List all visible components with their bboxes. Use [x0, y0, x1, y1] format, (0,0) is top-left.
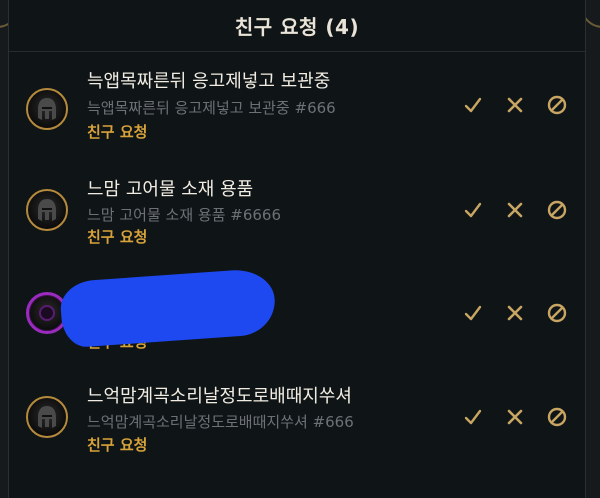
friend-name: 느맘 고어물 소재 용품	[87, 179, 254, 200]
request-actions	[460, 298, 570, 328]
check-icon	[464, 409, 482, 425]
avatar-ring-icon	[39, 305, 55, 321]
request-actions	[460, 195, 570, 225]
block-button[interactable]	[544, 300, 570, 326]
block-icon	[547, 407, 567, 427]
friend-name: 느억맘계곡소리날정도로배때지쑤셔	[87, 386, 352, 407]
block-button[interactable]	[544, 404, 570, 430]
x-icon	[507, 202, 523, 218]
decline-button[interactable]	[502, 197, 528, 223]
accept-button[interactable]	[460, 300, 486, 326]
decline-button[interactable]	[502, 92, 528, 118]
helmet-icon	[38, 98, 56, 120]
check-icon	[464, 97, 482, 113]
friend-tag: 느맘 고어물 소재 용품 #6666	[87, 206, 282, 224]
friend-tag: 늑앱목짜른뒤 응고제넣고 보관중 #666	[87, 99, 336, 117]
avatar	[26, 396, 68, 438]
friend-requests-window: 친구 요청 (4) 늑앱목짜른뒤 응고제넣고 보관중 늑앱목짜른뒤 응고제넣고 …	[0, 0, 600, 498]
avatar	[26, 88, 68, 130]
request-status: 친구 요청	[87, 228, 148, 246]
redaction-scribble	[69, 300, 159, 338]
block-icon	[547, 303, 567, 323]
friend-tag: 느억맘계곡소리날정도로배때지쑤셔 #666	[87, 413, 354, 431]
check-icon	[464, 202, 482, 218]
helmet-icon	[38, 406, 56, 428]
x-icon	[507, 305, 523, 321]
request-actions	[460, 402, 570, 432]
friend-request-row: 늑앱목짜른뒤 응고제넣고 보관중 늑앱목짜른뒤 응고제넣고 보관중 #666 친…	[9, 60, 585, 160]
block-icon	[547, 95, 567, 115]
accept-button[interactable]	[460, 197, 486, 223]
page-title: 친구 요청 (4)	[234, 15, 360, 39]
block-button[interactable]	[544, 197, 570, 223]
decline-button[interactable]	[502, 404, 528, 430]
helmet-icon	[38, 199, 56, 221]
request-actions	[460, 90, 570, 120]
accept-button[interactable]	[460, 404, 486, 430]
avatar	[26, 189, 68, 231]
accept-button[interactable]	[460, 92, 486, 118]
x-icon	[507, 97, 523, 113]
panel-header: 친구 요청 (4)	[9, 0, 585, 52]
decline-button[interactable]	[502, 300, 528, 326]
x-icon	[507, 409, 523, 425]
block-icon	[547, 200, 567, 220]
friend-requests-panel: 친구 요청 (4) 늑앱목짜른뒤 응고제넣고 보관중 늑앱목짜른뒤 응고제넣고 …	[8, 0, 586, 498]
block-button[interactable]	[544, 92, 570, 118]
request-status: 친구 요청	[87, 436, 148, 454]
friend-request-row: 느맘 고어물 소재 용품 느맘 고어물 소재 용품 #6666 친구 요청	[9, 167, 585, 267]
request-status: 친구 요청	[87, 123, 148, 141]
check-icon	[464, 305, 482, 321]
friend-request-row: 느억맘계곡소리날정도로배때지쑤셔 느억맘계곡소리날정도로배때지쑤셔 #666 친…	[9, 372, 585, 472]
friend-name: 늑앱목짜른뒤 응고제넣고 보관중	[87, 71, 331, 92]
